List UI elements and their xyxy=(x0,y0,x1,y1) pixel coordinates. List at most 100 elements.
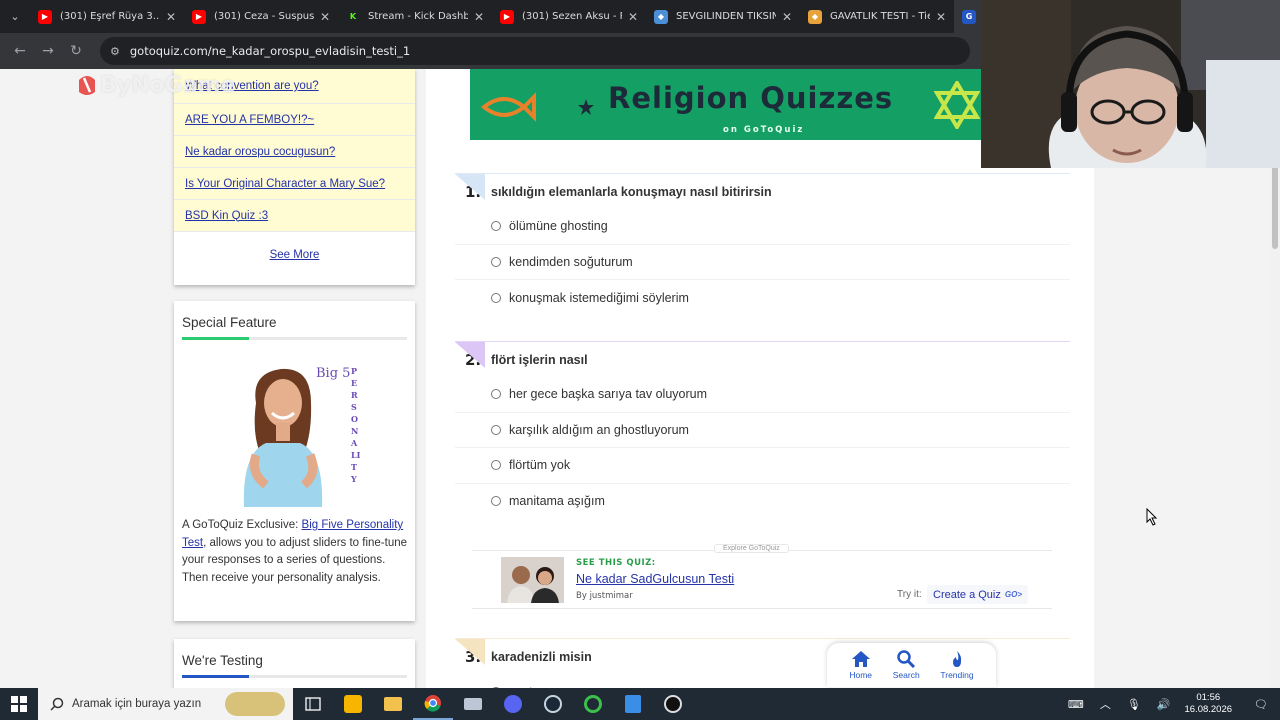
quiz-icon: ◆ xyxy=(808,9,822,24)
promo-quiz-link[interactable]: Ne kadar SadGulcusun Testi xyxy=(576,572,734,586)
app-icon[interactable] xyxy=(453,688,493,720)
related-quiz-link[interactable]: Is Your Original Character a Mary Sue? xyxy=(174,168,415,200)
radio-button[interactable] xyxy=(491,460,501,471)
chrome-icon[interactable] xyxy=(413,688,453,720)
kick-icon: K xyxy=(346,9,360,24)
windows-logo-icon xyxy=(11,696,27,712)
close-tab-icon[interactable]: ✕ xyxy=(474,10,484,24)
question-block: 1. sıkıldığın elemanlarla konuşmayı nası… xyxy=(455,173,1070,316)
explore-quiz-promo: Explore GoToQuiz SEE THIS QUIZ: Ne kadar… xyxy=(472,544,1052,609)
windows-taskbar: Aramak için buraya yazın ⌨ ︿ 🎙 🔊 01:56 1… xyxy=(0,688,1280,720)
notifications-icon[interactable]: 🗨 xyxy=(1254,698,1268,711)
big-five-personality-image[interactable] xyxy=(226,363,361,507)
answer-option[interactable]: manitama aşığım xyxy=(455,484,1070,520)
start-button[interactable] xyxy=(0,696,38,712)
radio-button[interactable] xyxy=(491,424,501,435)
tab-search-dropdown-icon[interactable]: ⌄ xyxy=(0,0,30,33)
youtube-icon: ▶ xyxy=(192,9,206,24)
answer-option[interactable]: kendimden soğuturum xyxy=(455,245,1070,280)
app-green-icon[interactable] xyxy=(573,688,613,720)
search-highlight-image[interactable] xyxy=(225,692,285,716)
religion-quizzes-banner[interactable]: Religion Quizzes on GoToQuiz xyxy=(470,69,982,140)
nav-trending[interactable]: Trending xyxy=(940,650,974,680)
discord-icon[interactable] xyxy=(493,688,533,720)
radio-button[interactable] xyxy=(491,256,501,267)
show-hidden-icons-icon[interactable]: ︿ xyxy=(1100,696,1111,712)
browser-tab[interactable]: ▶ (301) Eşref Rüya 3... ✕ xyxy=(30,0,184,33)
volume-icon[interactable]: 🔊 xyxy=(1157,698,1171,711)
promo-quiz-thumbnail[interactable] xyxy=(501,557,564,603)
special-feature-title: Special Feature xyxy=(182,315,277,330)
answer-option[interactable]: flörtüm yok xyxy=(455,448,1070,484)
crescent-icon xyxy=(557,89,584,125)
big-five-label: Big 5 xyxy=(316,366,351,381)
browser-tab[interactable]: ▶(301) Ceza - Suspus (O...✕ xyxy=(184,0,338,33)
question-text: sıkıldığın elemanlarla konuşmayı nasıl b… xyxy=(491,184,772,199)
webcam-overlay xyxy=(981,0,1280,168)
close-tab-icon[interactable]: ✕ xyxy=(782,10,792,24)
search-icon xyxy=(897,650,916,668)
app-rockstar-icon[interactable] xyxy=(333,688,373,720)
feature-description: A GoToQuiz Exclusive: Big Five Personali… xyxy=(182,519,408,584)
app-blue-icon[interactable] xyxy=(613,688,653,720)
create-quiz-button[interactable]: Create a Quiz GO> xyxy=(927,585,1028,604)
youtube-icon: ▶ xyxy=(500,9,514,24)
related-quizzes-box: What convention are you? ARE YOU A FEMBO… xyxy=(174,69,415,285)
see-more-link[interactable]: See More xyxy=(174,249,415,261)
youtube-icon: ▶ xyxy=(38,9,52,24)
obs-icon[interactable] xyxy=(653,688,693,720)
url-field[interactable]: ⚙ gotoquiz.com/ne_kadar_orospu_evladisin… xyxy=(100,37,970,65)
question-block: 2. flört işlerin nasıl her gece başka sa… xyxy=(455,341,1070,519)
steam-icon[interactable] xyxy=(533,688,573,720)
related-quiz-link[interactable]: Ne kadar orospu cocugusun? xyxy=(174,136,415,168)
browser-tab[interactable]: ◆GAVATLIK TESTİ - Tier...✕ xyxy=(800,0,954,33)
reload-icon[interactable]: ↻ xyxy=(62,43,90,59)
radio-button[interactable] xyxy=(491,496,501,507)
nav-search[interactable]: Search xyxy=(893,650,920,680)
radio-button[interactable] xyxy=(491,221,501,232)
back-icon[interactable]: ← xyxy=(6,43,34,59)
answer-option[interactable]: konuşmak istemediğimi söylerim xyxy=(455,280,1070,316)
search-icon xyxy=(50,697,64,711)
home-icon xyxy=(851,651,870,667)
taskbar-search-box[interactable]: Aramak için buraya yazın xyxy=(38,688,293,720)
clock[interactable]: 01:56 16.08.2026 xyxy=(1184,692,1232,716)
site-info-icon[interactable]: ⚙ xyxy=(110,45,120,58)
related-quiz-link[interactable]: ARE YOU A FEMBOY!?~ xyxy=(174,104,415,136)
question-header: 2. flört işlerin nasıl xyxy=(455,341,1070,377)
ichthys-icon xyxy=(480,92,536,122)
special-feature-box: Special Feature Big 5 PERSONALITY A GoTo… xyxy=(174,301,415,621)
floating-bottom-nav: Home Search Trending xyxy=(827,643,996,687)
browser-tab[interactable]: ◆SEVGİLİNDEN TİKSİNİ...✕ xyxy=(646,0,800,33)
browser-tab[interactable]: ▶(301) Sezen Aksu - Ra...✕ xyxy=(492,0,646,33)
question-text: karadenizli misin xyxy=(491,649,592,664)
quiz-icon: ◆ xyxy=(654,9,668,24)
flame-icon xyxy=(952,651,962,667)
question-text: flört işlerin nasıl xyxy=(491,352,588,367)
radio-button[interactable] xyxy=(491,389,501,400)
answer-option[interactable]: karşılık aldığım an ghostluyorum xyxy=(455,413,1070,448)
related-quiz-link[interactable]: BSD Kin Quiz :3 xyxy=(174,200,415,232)
keyboard-icon[interactable]: ⌨ xyxy=(1068,698,1084,711)
task-view-icon[interactable] xyxy=(293,688,333,720)
try-it-label: Try it: xyxy=(897,589,922,600)
were-testing-title: We're Testing xyxy=(182,653,263,668)
title-underline xyxy=(182,337,407,340)
close-tab-icon[interactable]: ✕ xyxy=(936,10,946,24)
file-explorer-icon[interactable] xyxy=(373,688,413,720)
browser-tab[interactable]: KStream - Kick Dashboa...✕ xyxy=(338,0,492,33)
close-tab-icon[interactable]: ✕ xyxy=(166,10,176,24)
radio-button[interactable] xyxy=(491,292,501,303)
answer-option[interactable]: her gece başka sarıya tav oluyorum xyxy=(455,377,1070,413)
system-tray: ⌨ ︿ 🎙 🔊 01:56 16.08.2026 🗨 xyxy=(1060,688,1280,720)
forward-icon[interactable]: → xyxy=(34,43,62,59)
close-tab-icon[interactable]: ✕ xyxy=(628,10,638,24)
personality-vertical-label: PERSONALITY xyxy=(351,366,361,484)
microphone-icon[interactable]: 🎙 xyxy=(1127,698,1141,711)
promo-quiz-author: By justmimar xyxy=(576,591,633,601)
star-of-david-icon xyxy=(934,81,980,129)
close-tab-icon[interactable]: ✕ xyxy=(320,10,330,24)
answer-option[interactable]: ölümüne ghosting xyxy=(455,209,1070,245)
nav-home[interactable]: Home xyxy=(849,650,872,680)
banner-subtitle: on GoToQuiz xyxy=(723,125,805,135)
